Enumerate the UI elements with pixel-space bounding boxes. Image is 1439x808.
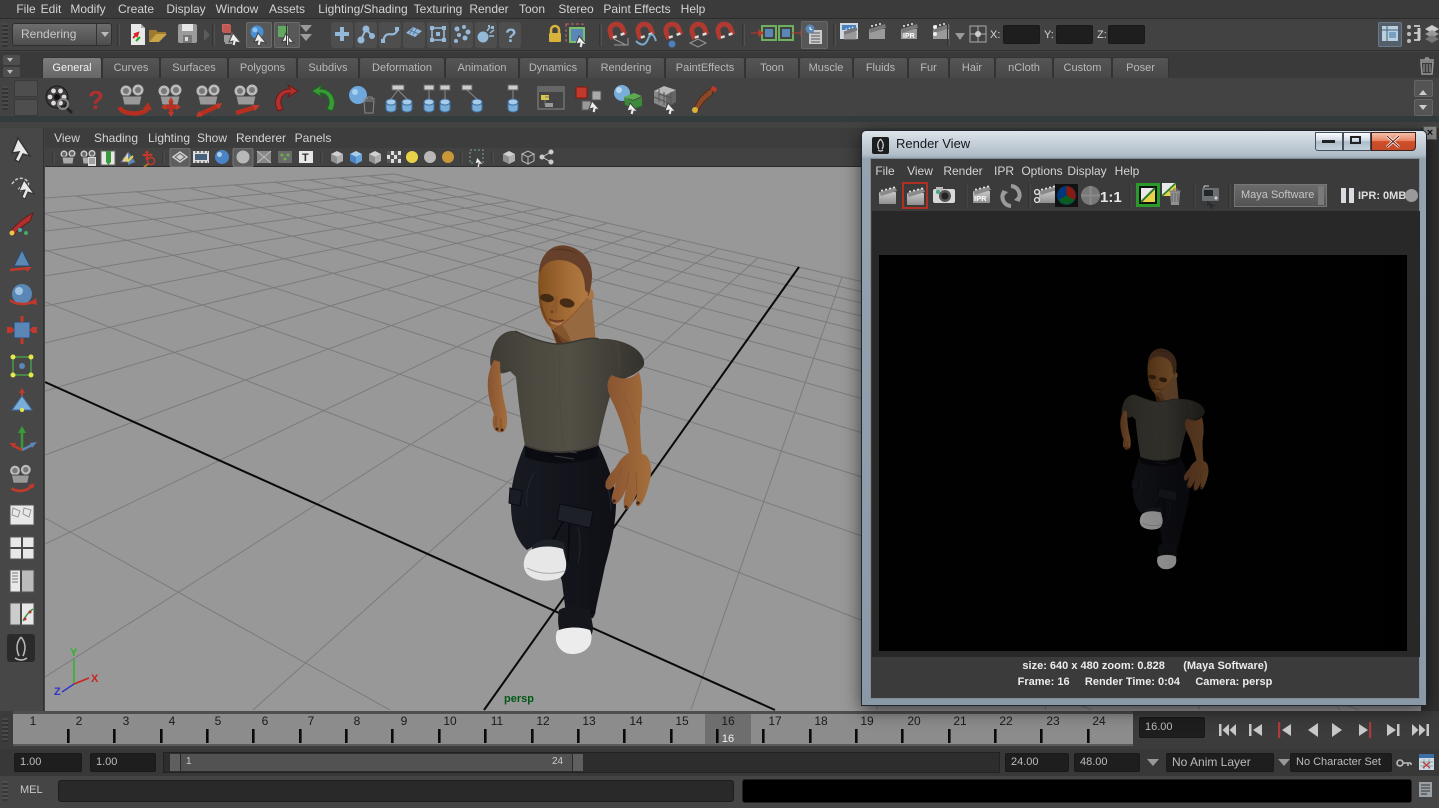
svg-text:7: 7 — [308, 714, 315, 728]
svg-text:3: 3 — [123, 714, 130, 728]
svg-text:19: 19 — [860, 714, 874, 728]
svg-text:9: 9 — [401, 714, 408, 728]
svg-text:1: 1 — [30, 714, 37, 728]
svg-text:X: X — [91, 673, 99, 685]
svg-text:6: 6 — [262, 714, 269, 728]
svg-text:21: 21 — [953, 714, 967, 728]
svg-text:1:1: 1:1 — [1100, 189, 1122, 206]
svg-text:IPR: IPR — [974, 194, 987, 203]
svg-text:20: 20 — [907, 714, 921, 728]
svg-text:8: 8 — [354, 714, 361, 728]
svg-text:2: 2 — [76, 714, 83, 728]
svg-text:persp: persp — [504, 693, 534, 705]
svg-text:16: 16 — [721, 714, 735, 728]
svg-text:?: ? — [88, 85, 104, 115]
svg-text:22: 22 — [999, 714, 1013, 728]
svg-text:?: ? — [505, 26, 517, 47]
svg-text:12: 12 — [536, 714, 550, 728]
svg-text:14: 14 — [629, 714, 643, 728]
svg-text:23: 23 — [1046, 714, 1060, 728]
svg-text:Z: Z — [54, 686, 61, 698]
svg-text:T: T — [302, 152, 309, 164]
svg-text:4: 4 — [169, 714, 176, 728]
svg-text:IPR: IPR — [903, 33, 915, 40]
svg-text:17: 17 — [768, 714, 782, 728]
svg-text:5: 5 — [215, 714, 222, 728]
svg-text:Y: Y — [70, 647, 78, 659]
svg-text:11: 11 — [491, 714, 504, 728]
svg-text:10: 10 — [443, 714, 457, 728]
svg-text:16: 16 — [722, 733, 734, 745]
svg-text:24: 24 — [1092, 714, 1106, 728]
svg-text:13: 13 — [582, 714, 596, 728]
svg-text:18: 18 — [814, 714, 828, 728]
svg-text:15: 15 — [675, 714, 689, 728]
